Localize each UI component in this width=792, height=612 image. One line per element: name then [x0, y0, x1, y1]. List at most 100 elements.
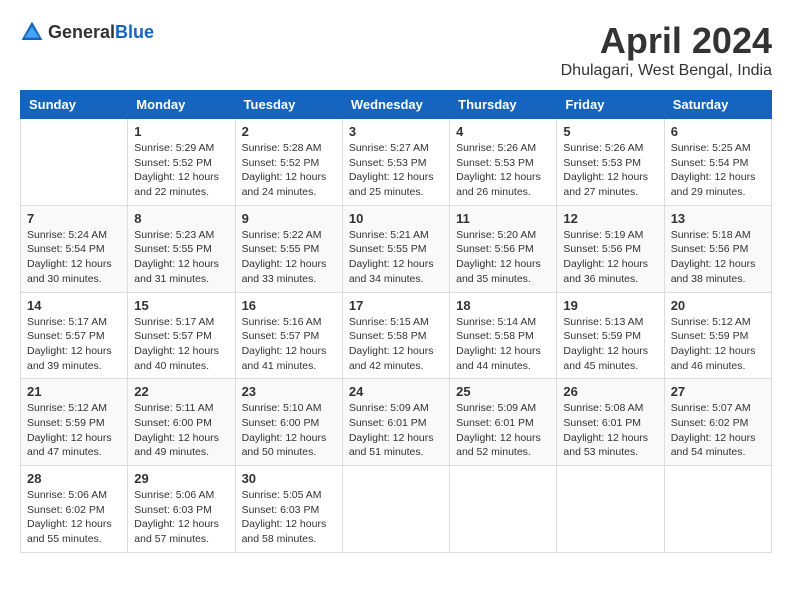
day-number: 2 [242, 124, 336, 139]
weekday-header-friday: Friday [557, 91, 664, 119]
day-info: Sunrise: 5:13 AM Sunset: 5:59 PM Dayligh… [563, 315, 657, 374]
calendar-cell: 14 Sunrise: 5:17 AM Sunset: 5:57 PM Dayli… [21, 292, 128, 379]
day-number: 24 [349, 384, 443, 399]
day-number: 12 [563, 211, 657, 226]
day-info: Sunrise: 5:24 AM Sunset: 5:54 PM Dayligh… [27, 228, 121, 287]
calendar-cell: 27Sunrise: 5:07 AM Sunset: 6:02 PM Dayli… [664, 379, 771, 466]
calendar-cell: 17Sunrise: 5:15 AM Sunset: 5:58 PM Dayli… [342, 292, 449, 379]
day-info: Sunrise: 5:21 AM Sunset: 5:55 PM Dayligh… [349, 228, 443, 287]
day-number: 17 [349, 298, 443, 313]
day-info: Sunrise: 5:14 AM Sunset: 5:58 PM Dayligh… [456, 315, 550, 374]
logo-general: General [48, 22, 115, 42]
day-number: 19 [563, 298, 657, 313]
day-info: Sunrise: 5:06 AM Sunset: 6:03 PM Dayligh… [134, 488, 228, 547]
calendar-cell: 1Sunrise: 5:29 AM Sunset: 5:52 PM Daylig… [128, 119, 235, 206]
calendar-cell: 16 Sunrise: 5:16 AM Sunset: 5:57 PM Dayli… [235, 292, 342, 379]
calendar-cell [342, 466, 449, 553]
day-number: 9 [242, 211, 336, 226]
logo-icon [20, 20, 44, 44]
calendar-cell: 11 Sunrise: 5:20 AM Sunset: 5:56 PM Dayli… [450, 205, 557, 292]
calendar-cell: 5Sunrise: 5:26 AM Sunset: 5:53 PM Daylig… [557, 119, 664, 206]
calendar-cell: 12 Sunrise: 5:19 AM Sunset: 5:56 PM Dayli… [557, 205, 664, 292]
month-year-title: April 2024 [561, 20, 772, 62]
calendar-cell: 19 Sunrise: 5:13 AM Sunset: 5:59 PM Dayli… [557, 292, 664, 379]
day-number: 3 [349, 124, 443, 139]
calendar-cell: 2 Sunrise: 5:28 AM Sunset: 5:52 PM Daylig… [235, 119, 342, 206]
location-title: Dhulagari, West Bengal, India [561, 62, 772, 80]
day-info: Sunrise: 5:17 AM Sunset: 5:57 PM Dayligh… [134, 315, 228, 374]
day-number: 26 [563, 384, 657, 399]
day-info: Sunrise: 5:20 AM Sunset: 5:56 PM Dayligh… [456, 228, 550, 287]
weekday-header-monday: Monday [128, 91, 235, 119]
day-number: 14 [27, 298, 121, 313]
calendar-cell: 15 Sunrise: 5:17 AM Sunset: 5:57 PM Dayli… [128, 292, 235, 379]
calendar-cell: 3 Sunrise: 5:27 AM Sunset: 5:53 PM Daylig… [342, 119, 449, 206]
day-number: 8 [134, 211, 228, 226]
calendar-cell: 18 Sunrise: 5:14 AM Sunset: 5:58 PM Dayli… [450, 292, 557, 379]
calendar-body: 1Sunrise: 5:29 AM Sunset: 5:52 PM Daylig… [21, 119, 772, 553]
day-number: 1 [134, 124, 228, 139]
calendar-cell: 25Sunrise: 5:09 AM Sunset: 6:01 PM Dayli… [450, 379, 557, 466]
day-number: 27 [671, 384, 765, 399]
day-info: Sunrise: 5:27 AM Sunset: 5:53 PM Dayligh… [349, 141, 443, 200]
day-number: 13 [671, 211, 765, 226]
weekday-header-row: SundayMondayTuesdayWednesdayThursdayFrid… [21, 91, 772, 119]
calendar-cell: 4 Sunrise: 5:26 AM Sunset: 5:53 PM Daylig… [450, 119, 557, 206]
calendar-cell: 7 Sunrise: 5:24 AM Sunset: 5:54 PM Daylig… [21, 205, 128, 292]
day-info: Sunrise: 5:12 AM Sunset: 5:59 PM Dayligh… [27, 401, 121, 460]
day-info: Sunrise: 5:26 AM Sunset: 5:53 PM Dayligh… [456, 141, 550, 200]
calendar-cell: 30 Sunrise: 5:05 AM Sunset: 6:03 PM Dayli… [235, 466, 342, 553]
calendar-cell [664, 466, 771, 553]
weekday-header-wednesday: Wednesday [342, 91, 449, 119]
weekday-header-saturday: Saturday [664, 91, 771, 119]
day-info: Sunrise: 5:16 AM Sunset: 5:57 PM Dayligh… [242, 315, 336, 374]
calendar-cell: 23 Sunrise: 5:10 AM Sunset: 6:00 PM Dayli… [235, 379, 342, 466]
calendar-cell: 6 Sunrise: 5:25 AM Sunset: 5:54 PM Daylig… [664, 119, 771, 206]
day-info: Sunrise: 5:28 AM Sunset: 5:52 PM Dayligh… [242, 141, 336, 200]
day-info: Sunrise: 5:11 AM Sunset: 6:00 PM Dayligh… [134, 401, 228, 460]
day-number: 18 [456, 298, 550, 313]
calendar-cell: 28Sunrise: 5:06 AM Sunset: 6:02 PM Dayli… [21, 466, 128, 553]
day-info: Sunrise: 5:25 AM Sunset: 5:54 PM Dayligh… [671, 141, 765, 200]
calendar-cell: 24 Sunrise: 5:09 AM Sunset: 6:01 PM Dayli… [342, 379, 449, 466]
page-header: GeneralBlue April 2024 Dhulagari, West B… [20, 20, 772, 80]
day-number: 21 [27, 384, 121, 399]
calendar-week-row: 7 Sunrise: 5:24 AM Sunset: 5:54 PM Daylig… [21, 205, 772, 292]
calendar-week-row: 21 Sunrise: 5:12 AM Sunset: 5:59 PM Dayli… [21, 379, 772, 466]
calendar-cell: 29Sunrise: 5:06 AM Sunset: 6:03 PM Dayli… [128, 466, 235, 553]
calendar-cell: 26 Sunrise: 5:08 AM Sunset: 6:01 PM Dayli… [557, 379, 664, 466]
calendar-cell: 22Sunrise: 5:11 AM Sunset: 6:00 PM Dayli… [128, 379, 235, 466]
day-info: Sunrise: 5:06 AM Sunset: 6:02 PM Dayligh… [27, 488, 121, 547]
day-info: Sunrise: 5:05 AM Sunset: 6:03 PM Dayligh… [242, 488, 336, 547]
day-number: 10 [349, 211, 443, 226]
day-number: 11 [456, 211, 550, 226]
day-info: Sunrise: 5:09 AM Sunset: 6:01 PM Dayligh… [349, 401, 443, 460]
calendar-cell: 9Sunrise: 5:22 AM Sunset: 5:55 PM Daylig… [235, 205, 342, 292]
logo-blue: Blue [115, 22, 154, 42]
day-number: 16 [242, 298, 336, 313]
day-info: Sunrise: 5:09 AM Sunset: 6:01 PM Dayligh… [456, 401, 550, 460]
calendar-cell [21, 119, 128, 206]
calendar-cell [450, 466, 557, 553]
day-number: 7 [27, 211, 121, 226]
day-number: 6 [671, 124, 765, 139]
day-number: 20 [671, 298, 765, 313]
weekday-header-tuesday: Tuesday [235, 91, 342, 119]
logo: GeneralBlue [20, 20, 154, 44]
day-info: Sunrise: 5:12 AM Sunset: 5:59 PM Dayligh… [671, 315, 765, 374]
day-number: 15 [134, 298, 228, 313]
weekday-header-sunday: Sunday [21, 91, 128, 119]
calendar-table: SundayMondayTuesdayWednesdayThursdayFrid… [20, 90, 772, 553]
calendar-week-row: 14 Sunrise: 5:17 AM Sunset: 5:57 PM Dayli… [21, 292, 772, 379]
day-info: Sunrise: 5:17 AM Sunset: 5:57 PM Dayligh… [27, 315, 121, 374]
day-number: 5 [563, 124, 657, 139]
day-info: Sunrise: 5:23 AM Sunset: 5:55 PM Dayligh… [134, 228, 228, 287]
title-section: April 2024 Dhulagari, West Bengal, India [561, 20, 772, 80]
day-info: Sunrise: 5:19 AM Sunset: 5:56 PM Dayligh… [563, 228, 657, 287]
day-number: 4 [456, 124, 550, 139]
calendar-cell: 13Sunrise: 5:18 AM Sunset: 5:56 PM Dayli… [664, 205, 771, 292]
day-info: Sunrise: 5:08 AM Sunset: 6:01 PM Dayligh… [563, 401, 657, 460]
day-number: 23 [242, 384, 336, 399]
day-number: 30 [242, 471, 336, 486]
day-info: Sunrise: 5:10 AM Sunset: 6:00 PM Dayligh… [242, 401, 336, 460]
